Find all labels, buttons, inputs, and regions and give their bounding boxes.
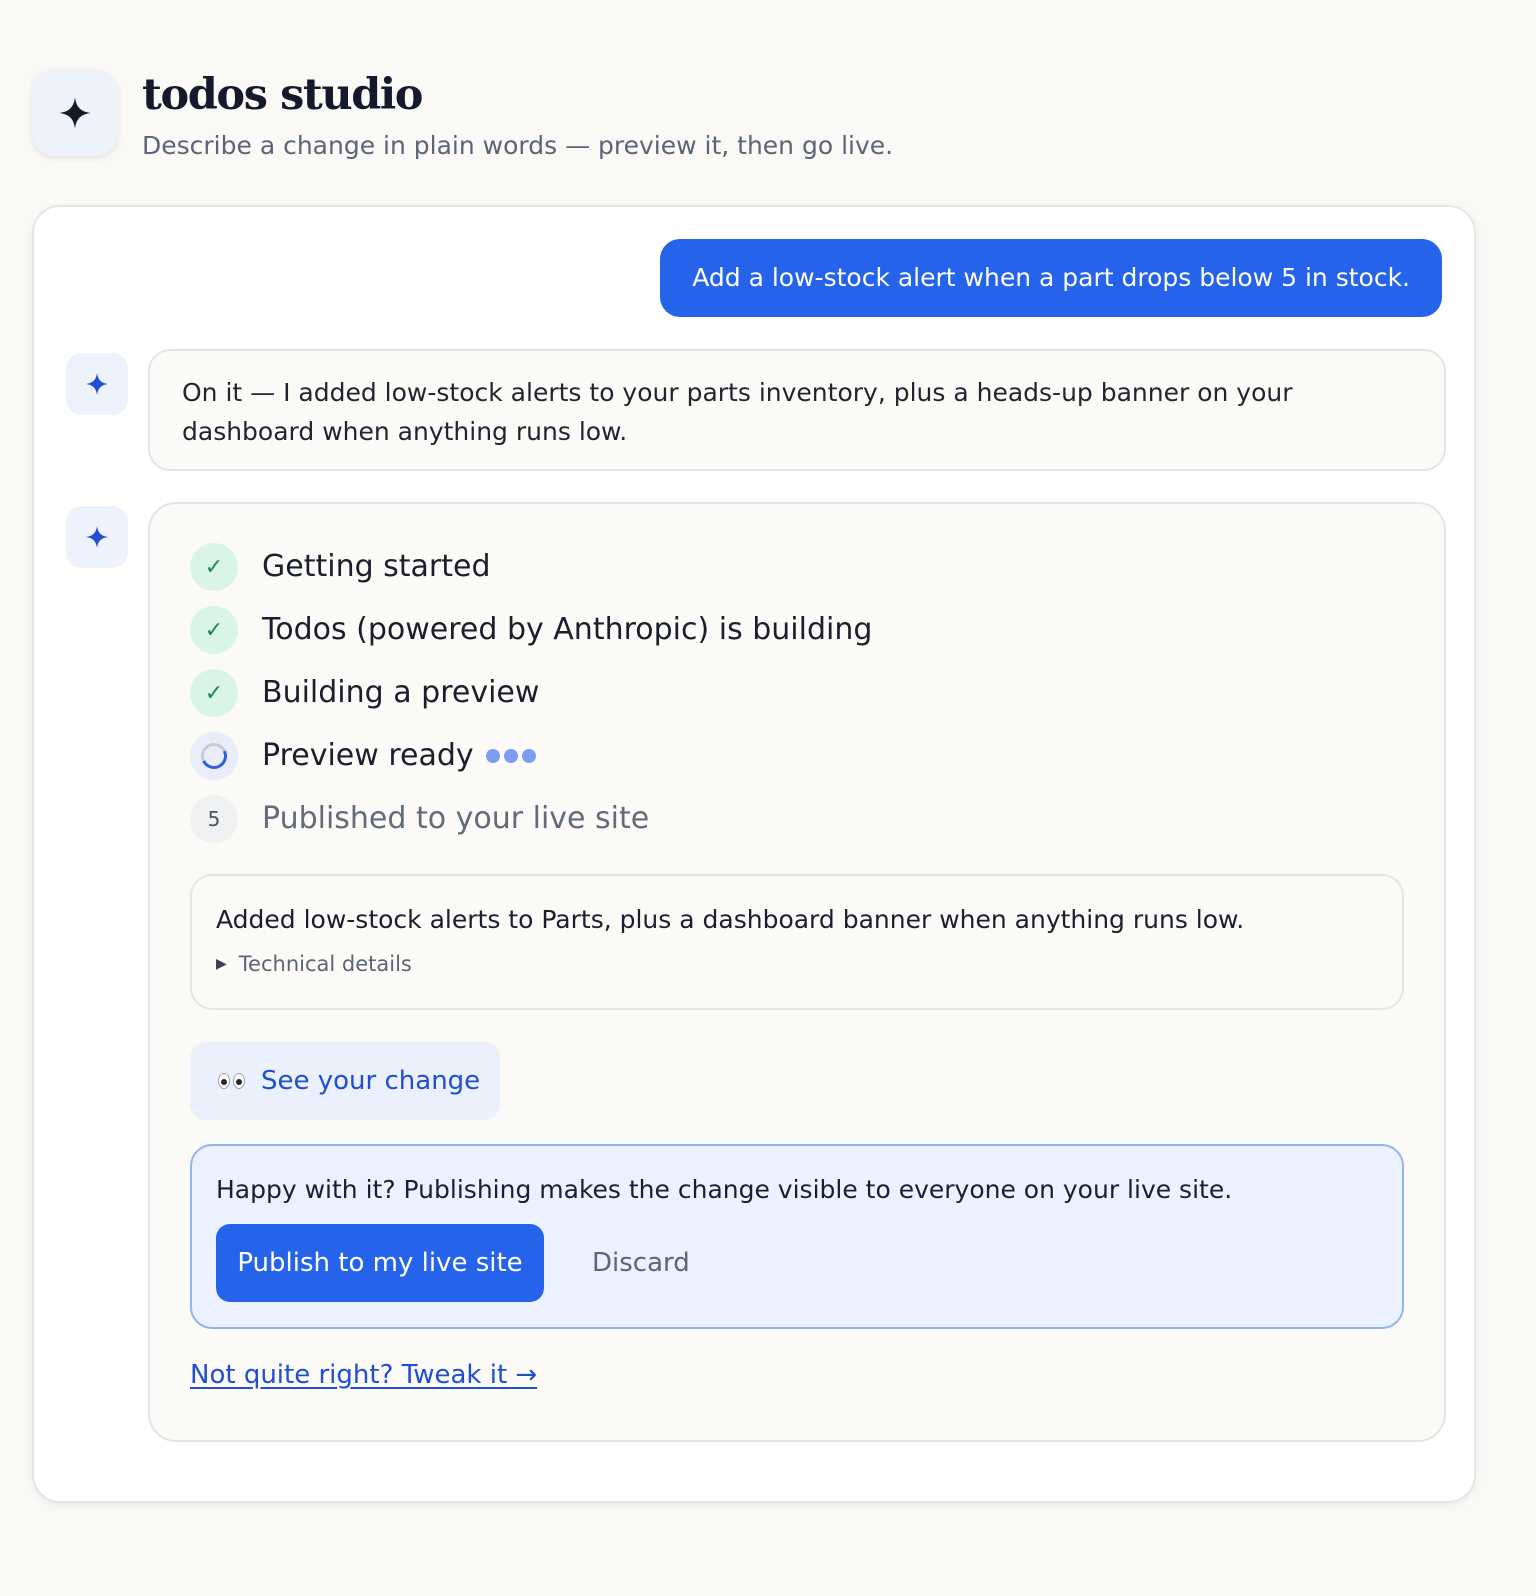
app-header: todos studio Describe a change in plain … — [32, 70, 1132, 160]
eyes-icon — [218, 1073, 245, 1089]
spinner-icon — [190, 732, 238, 780]
tweak-link[interactable]: Not quite right? Tweak it → — [190, 1360, 537, 1390]
publish-actions: Publish to my live site Discard — [216, 1224, 1378, 1302]
check-icon: ✓ — [190, 669, 238, 717]
progress-step: ✓ Todos (powered by Anthropic) is buildi… — [190, 606, 872, 654]
user-message: Add a low-stock alert when a part drops … — [660, 239, 1442, 317]
progress-step: Preview ready — [190, 732, 536, 780]
caret-right-icon: ▶ — [216, 956, 227, 972]
see-change-button[interactable]: See your change — [190, 1042, 500, 1120]
see-change-label: See your change — [261, 1066, 481, 1096]
sparkle-icon — [59, 97, 91, 129]
summary-text: Added low-stock alerts to Parts, plus a … — [216, 905, 1245, 934]
app-logo — [32, 70, 118, 156]
step-label: Building a preview — [262, 675, 540, 710]
technical-details-label: Technical details — [238, 952, 412, 976]
sparkle-icon — [86, 373, 108, 395]
change-summary: Added low-stock alerts to Parts, plus a … — [190, 874, 1404, 1010]
progress-step: ✓ Building a preview — [190, 669, 539, 717]
publish-button[interactable]: Publish to my live site — [216, 1224, 544, 1302]
step-label: Getting started — [262, 549, 491, 584]
publish-prompt: Happy with it? Publishing makes the chan… — [216, 1175, 1233, 1204]
step-label: Preview ready — [262, 738, 474, 773]
progress-step: 5 Published to your live site — [190, 795, 649, 843]
check-icon: ✓ — [190, 606, 238, 654]
assistant-message: On it — I added low-stock alerts to your… — [148, 349, 1446, 471]
sparkle-icon — [86, 526, 108, 548]
assistant-avatar — [66, 353, 128, 415]
step-label: Published to your live site — [262, 801, 650, 836]
assistant-avatar — [66, 506, 128, 568]
app-subtitle: Describe a change in plain words — previ… — [142, 131, 894, 160]
chat-panel: Add a low-stock alert when a part drops … — [32, 205, 1476, 1503]
progress-step: ✓ Getting started — [190, 543, 491, 591]
app-title: todos studio — [142, 70, 423, 120]
progress-card: ✓ Getting started ✓ Todos (powered by An… — [148, 502, 1446, 1442]
step-number: 5 — [190, 795, 238, 843]
typing-dots-icon — [485, 749, 536, 763]
step-label: Todos (powered by Anthropic) is building — [262, 612, 873, 647]
technical-details-toggle[interactable]: ▶ Technical details — [216, 952, 1378, 976]
check-icon: ✓ — [190, 543, 238, 591]
discard-button[interactable]: Discard — [592, 1248, 690, 1278]
publish-panel: Happy with it? Publishing makes the chan… — [190, 1144, 1404, 1329]
